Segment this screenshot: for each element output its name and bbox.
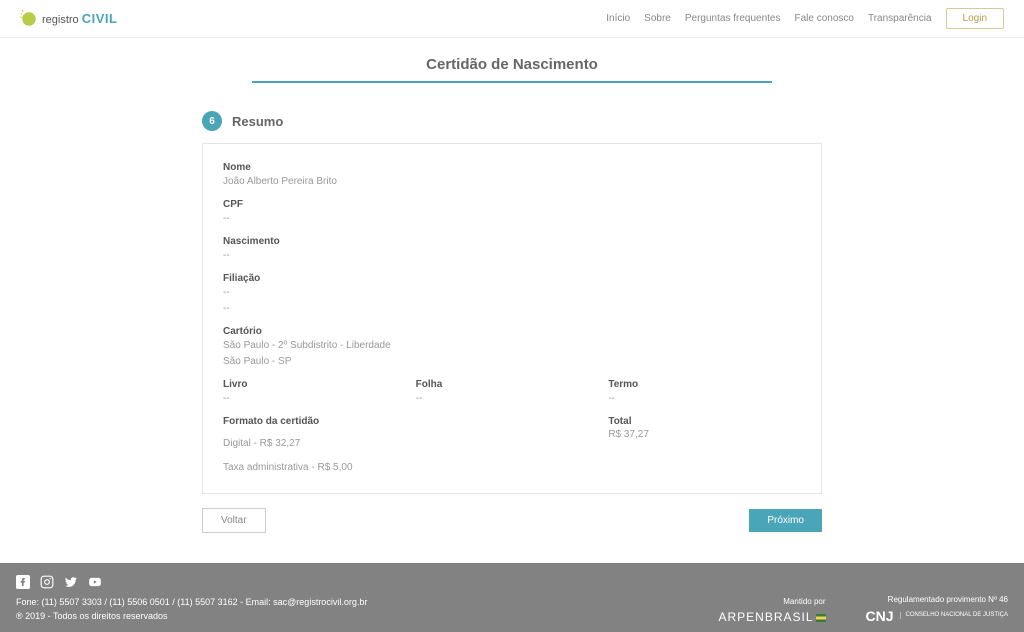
value-total: R$ 37,27 — [608, 429, 801, 440]
header: registro CIVIL Início Sobre Perguntas fr… — [0, 0, 1024, 38]
value-nome: João Alberto Pereira Brito — [223, 175, 801, 189]
logo-icon — [20, 10, 38, 28]
footer-left: Fone: (11) 5507 3303 / (11) 5506 0501 / … — [16, 575, 367, 624]
social-row — [16, 575, 367, 589]
action-row: Voltar Próximo — [202, 508, 822, 533]
arpen-logo: ARPENBRASIL — [718, 610, 825, 624]
nav-faq[interactable]: Perguntas frequentes — [685, 13, 781, 24]
footer-copyright: ® 2019 - Todos os direitos reservados — [16, 609, 367, 623]
footer-arpen-col: Mantido por ARPENBRASIL — [718, 597, 825, 624]
row-livro-folha-termo: Livro -- Folha -- Termo -- — [223, 379, 801, 406]
value-livro: -- — [223, 392, 416, 406]
twitter-icon[interactable] — [64, 575, 78, 589]
label-filiacao: Filiação — [223, 273, 801, 284]
back-button[interactable]: Voltar — [202, 508, 266, 533]
next-button[interactable]: Próximo — [749, 509, 822, 532]
footer-mantido: Mantido por — [718, 597, 825, 606]
brazil-flag-icon — [816, 614, 826, 622]
value-cartorio1: São Paulo - 2º Subdistrito - Liberdade — [223, 339, 801, 353]
logo-top-text: registro — [42, 14, 79, 26]
footer-regulamentado: Regulamentado provimento Nº 46 — [866, 595, 1008, 604]
footer-cnj-col: Regulamentado provimento Nº 46 CNJ CONSE… — [866, 595, 1008, 624]
value-folha: -- — [416, 392, 609, 406]
row-formato-total: Formato da certidão Digital - R$ 32,27 T… — [223, 416, 801, 475]
label-total: Total — [608, 416, 801, 427]
youtube-icon[interactable] — [88, 575, 102, 589]
nav-inicio[interactable]: Início — [606, 13, 630, 24]
label-cpf: CPF — [223, 199, 801, 210]
value-cpf: -- — [223, 212, 801, 226]
label-nome: Nome — [223, 162, 801, 173]
nav: Início Sobre Perguntas frequentes Fale c… — [606, 8, 1004, 29]
step-header: 6 Resumo — [202, 111, 822, 131]
label-cartorio: Cartório — [223, 326, 801, 337]
page-title: Certidão de Nascimento — [202, 56, 822, 73]
value-nascimento: -- — [223, 249, 801, 263]
label-livro: Livro — [223, 379, 416, 390]
step-badge: 6 — [202, 111, 222, 131]
summary-card: Nome João Alberto Pereira Brito CPF -- N… — [202, 143, 822, 494]
footer-contact: Fone: (11) 5507 3303 / (11) 5506 0501 / … — [16, 595, 367, 609]
step-title: Resumo — [232, 114, 283, 129]
value-termo: -- — [608, 392, 801, 406]
cnj-subtitle: CONSELHO NACIONAL DE JUSTIÇA — [900, 612, 1008, 619]
main-container: Certidão de Nascimento 6 Resumo Nome Joã… — [202, 56, 822, 533]
title-underline — [252, 81, 772, 83]
footer-right: Mantido por ARPENBRASIL Regulamentado pr… — [718, 595, 1008, 624]
facebook-icon[interactable] — [16, 575, 30, 589]
nav-sobre[interactable]: Sobre — [644, 13, 671, 24]
logo[interactable]: registro CIVIL — [20, 10, 117, 28]
instagram-icon[interactable] — [40, 575, 54, 589]
value-cartorio2: São Paulo - SP — [223, 355, 801, 369]
footer: Fone: (11) 5507 3303 / (11) 5506 0501 / … — [0, 563, 1024, 632]
nav-transparencia[interactable]: Transparência — [868, 13, 932, 24]
logo-main-text: CIVIL — [82, 11, 118, 26]
login-button[interactable]: Login — [946, 8, 1004, 29]
value-filiacao1: -- — [223, 286, 801, 300]
label-termo: Termo — [608, 379, 801, 390]
nav-fale[interactable]: Fale conosco — [794, 13, 853, 24]
label-folha: Folha — [416, 379, 609, 390]
value-filiacao2: -- — [223, 302, 801, 316]
value-taxa: Taxa administrativa - R$ 5,00 — [223, 461, 608, 475]
label-nascimento: Nascimento — [223, 236, 801, 247]
cnj-logo: CNJ CONSELHO NACIONAL DE JUSTIÇA — [866, 608, 1008, 624]
value-formato-digital: Digital - R$ 32,27 — [223, 437, 608, 451]
label-formato: Formato da certidão — [223, 416, 608, 427]
